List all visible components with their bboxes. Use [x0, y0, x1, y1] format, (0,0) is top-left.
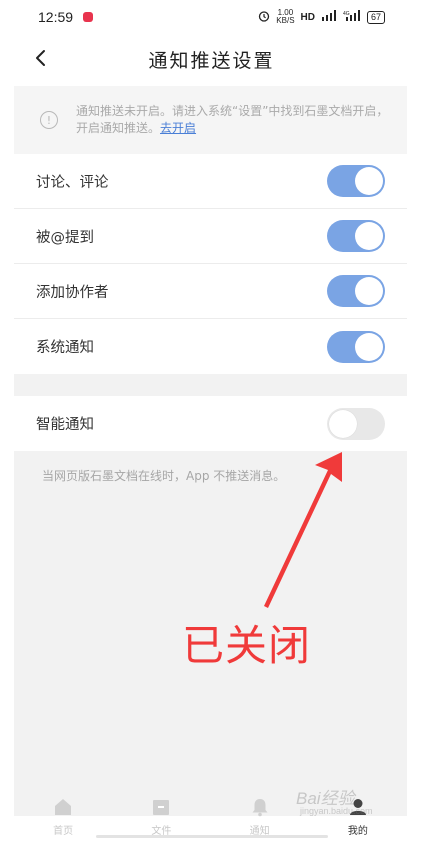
- mention-toggle[interactable]: [327, 220, 385, 252]
- enable-link[interactable]: 去开启: [160, 121, 196, 135]
- setting-label: 系统通知: [36, 340, 94, 356]
- system-toggle[interactable]: [327, 330, 385, 363]
- home-icon: [52, 796, 74, 818]
- notice-banner: ! 通知推送未开启。请进入系统“设置”中找到石墨文档开启，开启通知推送。去开启: [14, 86, 407, 154]
- svg-text:4G: 4G: [343, 11, 350, 17]
- home-indicator[interactable]: [96, 835, 328, 838]
- collaborator-toggle[interactable]: [327, 275, 385, 307]
- signal-icon: [321, 10, 337, 24]
- info-icon: !: [40, 111, 58, 129]
- watermark-sub: jingyan.baidu.com: [300, 806, 373, 816]
- toggle-knob: [355, 222, 383, 250]
- status-bar: 12:59 1.00 KB/S HD 4G 67: [0, 0, 423, 34]
- tab-notifications[interactable]: 通知: [220, 796, 300, 837]
- alarm-icon: [258, 10, 270, 25]
- setting-row-mention: 被@提到: [14, 209, 407, 264]
- network-speed: 1.00 KB/S: [276, 8, 295, 25]
- hd-indicator: HD: [300, 11, 315, 23]
- setting-row-collaborator: 添加协作者: [14, 264, 407, 319]
- signal-4g-icon: 4G: [343, 10, 361, 24]
- nav-bar: 通知推送设置: [0, 34, 423, 84]
- bell-icon: [249, 796, 271, 818]
- smart-notification-group: 智能通知: [14, 396, 407, 451]
- setting-label: 智能通知: [36, 417, 94, 433]
- toggle-knob: [355, 277, 383, 305]
- smart-notification-toggle[interactable]: [327, 407, 385, 440]
- setting-row-discussion: 讨论、评论: [14, 154, 407, 209]
- chevron-left-icon: [36, 50, 45, 66]
- tab-home[interactable]: 首页: [23, 796, 103, 837]
- app-notification-icon: [83, 12, 94, 22]
- notification-settings-group: 讨论、评论 被@提到 添加协作者 系统通知: [14, 154, 407, 374]
- setting-label: 讨论、评论: [36, 174, 109, 191]
- toggle-knob: [355, 332, 383, 361]
- tab-files[interactable]: 文件: [121, 796, 201, 837]
- setting-row-smart: 智能通知: [14, 396, 407, 451]
- notice-text: 通知推送未开启。请进入系统“设置”中找到石墨文档开启，开启通知推送。去开启: [76, 104, 389, 135]
- status-icons: 1.00 KB/S HD 4G 67: [258, 9, 385, 25]
- setting-row-system: 系统通知: [14, 319, 407, 374]
- discussion-toggle[interactable]: [327, 165, 385, 197]
- section-divider: [14, 374, 407, 396]
- page-title: 通知推送设置: [148, 49, 275, 72]
- tab-label: 我的: [347, 826, 368, 837]
- battery-indicator: 67: [366, 10, 385, 24]
- back-button[interactable]: [28, 46, 52, 70]
- status-time: 12:59: [38, 9, 74, 25]
- toggle-knob: [329, 409, 357, 438]
- toggle-knob: [355, 167, 383, 195]
- settings-content: ! 通知推送未开启。请进入系统“设置”中找到石墨文档开启，开启通知推送。去开启 …: [14, 86, 407, 816]
- setting-label: 添加协作者: [36, 284, 109, 301]
- smart-notification-hint: 当网页版石墨文档在线时，App 不推送消息。: [42, 469, 286, 483]
- setting-label: 被@提到: [36, 229, 94, 246]
- folder-icon: [150, 796, 172, 818]
- tab-label: 首页: [53, 826, 74, 837]
